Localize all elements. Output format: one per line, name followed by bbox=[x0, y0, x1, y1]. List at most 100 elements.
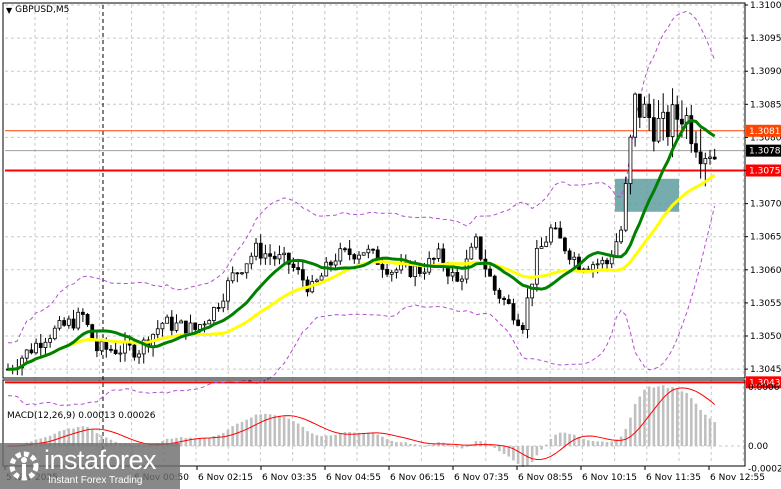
macd-bar bbox=[699, 409, 702, 446]
macd-bar bbox=[320, 436, 323, 446]
macd-bar bbox=[638, 396, 642, 446]
macd-bar bbox=[666, 388, 670, 446]
candle-body bbox=[333, 260, 338, 266]
macd-bar bbox=[549, 438, 553, 446]
candle-body bbox=[235, 272, 240, 275]
candle-body bbox=[66, 318, 71, 326]
upper-band bbox=[7, 10, 716, 344]
macd-bar bbox=[329, 435, 333, 446]
macd-bar bbox=[338, 433, 342, 446]
macd-bar bbox=[657, 386, 660, 446]
candle-body bbox=[708, 156, 712, 159]
candle-body bbox=[516, 319, 521, 326]
candle-body bbox=[202, 323, 207, 326]
time-label: 6 Nov 03:35 bbox=[262, 473, 317, 483]
candle-body bbox=[600, 259, 605, 265]
candle-body bbox=[62, 320, 67, 326]
macd-bar bbox=[226, 429, 230, 446]
macd-bar bbox=[207, 437, 211, 446]
lower-band bbox=[7, 205, 716, 406]
instaforex-gear-icon bbox=[9, 451, 39, 481]
macd-bar bbox=[451, 445, 454, 447]
candle-body bbox=[623, 183, 628, 231]
macd-bar bbox=[685, 392, 688, 446]
macd-bar bbox=[465, 446, 468, 447]
candle-body bbox=[71, 318, 76, 329]
macd-bar bbox=[217, 434, 220, 446]
price-label: 1.3055 bbox=[750, 299, 781, 309]
macd-bar bbox=[259, 414, 263, 446]
macd-bar bbox=[708, 418, 712, 446]
macd-bar bbox=[521, 446, 525, 467]
candle-body bbox=[113, 349, 118, 354]
price-label: 1.3090 bbox=[750, 67, 781, 77]
macd-axis-label: 0.00 bbox=[748, 442, 768, 452]
macd-bar bbox=[563, 432, 567, 446]
macd-bar bbox=[455, 446, 459, 448]
macd-bar bbox=[423, 445, 426, 447]
fast-ma-line bbox=[7, 118, 716, 371]
candle-body bbox=[680, 118, 684, 125]
candle-body bbox=[347, 248, 352, 256]
candle-body bbox=[221, 300, 226, 309]
macd-bar bbox=[282, 416, 286, 446]
macd-bar bbox=[245, 419, 248, 446]
candle-body bbox=[534, 247, 539, 285]
candle-body bbox=[38, 342, 43, 348]
candle-body bbox=[703, 158, 708, 165]
price-label: 1.3060 bbox=[750, 266, 781, 276]
candle-body bbox=[48, 338, 53, 343]
macd-bar bbox=[610, 441, 614, 446]
candle-body bbox=[665, 111, 670, 137]
time-label: 6 Nov 08:55 bbox=[518, 473, 573, 483]
time-label: 6 Nov 07:35 bbox=[454, 473, 509, 483]
candle-body bbox=[548, 227, 553, 243]
macd-bar bbox=[395, 442, 398, 446]
macd-bar bbox=[198, 438, 202, 446]
candle-body bbox=[300, 269, 305, 281]
macd-bar bbox=[413, 444, 417, 446]
candle-body bbox=[155, 328, 160, 335]
candle-body bbox=[492, 275, 497, 291]
candle-body bbox=[319, 275, 324, 281]
macd-bar bbox=[301, 426, 305, 446]
macd-bar bbox=[231, 426, 234, 446]
time-label: 6 Nov 06:15 bbox=[390, 473, 445, 483]
candle-body bbox=[249, 255, 254, 265]
macd-bar bbox=[189, 437, 192, 446]
candle-body bbox=[647, 103, 652, 119]
macd-bar bbox=[306, 431, 309, 446]
macd-axis-label: 0.0006 bbox=[748, 383, 780, 393]
logo-tagline: Instant Forex Trading bbox=[48, 475, 143, 486]
candle-body bbox=[619, 229, 623, 243]
candle-body bbox=[506, 299, 511, 304]
candle-body bbox=[431, 257, 436, 260]
macd-bar bbox=[601, 441, 604, 446]
macd-bar bbox=[713, 422, 716, 446]
macd-bar bbox=[296, 423, 300, 446]
macd-bar bbox=[680, 391, 684, 446]
macd-bar bbox=[292, 421, 295, 446]
candle-body bbox=[511, 303, 516, 321]
macd-bar bbox=[629, 417, 632, 446]
candle-body bbox=[595, 263, 600, 266]
macd-bar bbox=[479, 441, 482, 446]
price-axis: 1.31001.30951.30901.30851.30801.30751.30… bbox=[745, 1, 781, 475]
macd-bar bbox=[287, 418, 291, 446]
macd-bar bbox=[661, 385, 665, 446]
macd-bar bbox=[624, 428, 628, 446]
candle-body bbox=[651, 117, 656, 142]
candle-body bbox=[254, 242, 258, 257]
chart-title: ▼ GBPUSD,M5 bbox=[6, 5, 69, 15]
candle-body bbox=[169, 316, 174, 331]
dropdown-triangle-icon[interactable]: ▼ bbox=[6, 6, 12, 15]
macd-bar bbox=[526, 446, 529, 466]
candle-body bbox=[488, 268, 492, 277]
level-tag-1.3078: 1.3078 bbox=[749, 147, 781, 157]
macd-bar bbox=[554, 434, 557, 446]
price-label: 1.3070 bbox=[750, 200, 781, 210]
candle-body bbox=[207, 320, 212, 325]
macd-bar bbox=[582, 438, 585, 446]
price-label: 1.3065 bbox=[750, 233, 781, 243]
candle-body bbox=[670, 104, 675, 137]
